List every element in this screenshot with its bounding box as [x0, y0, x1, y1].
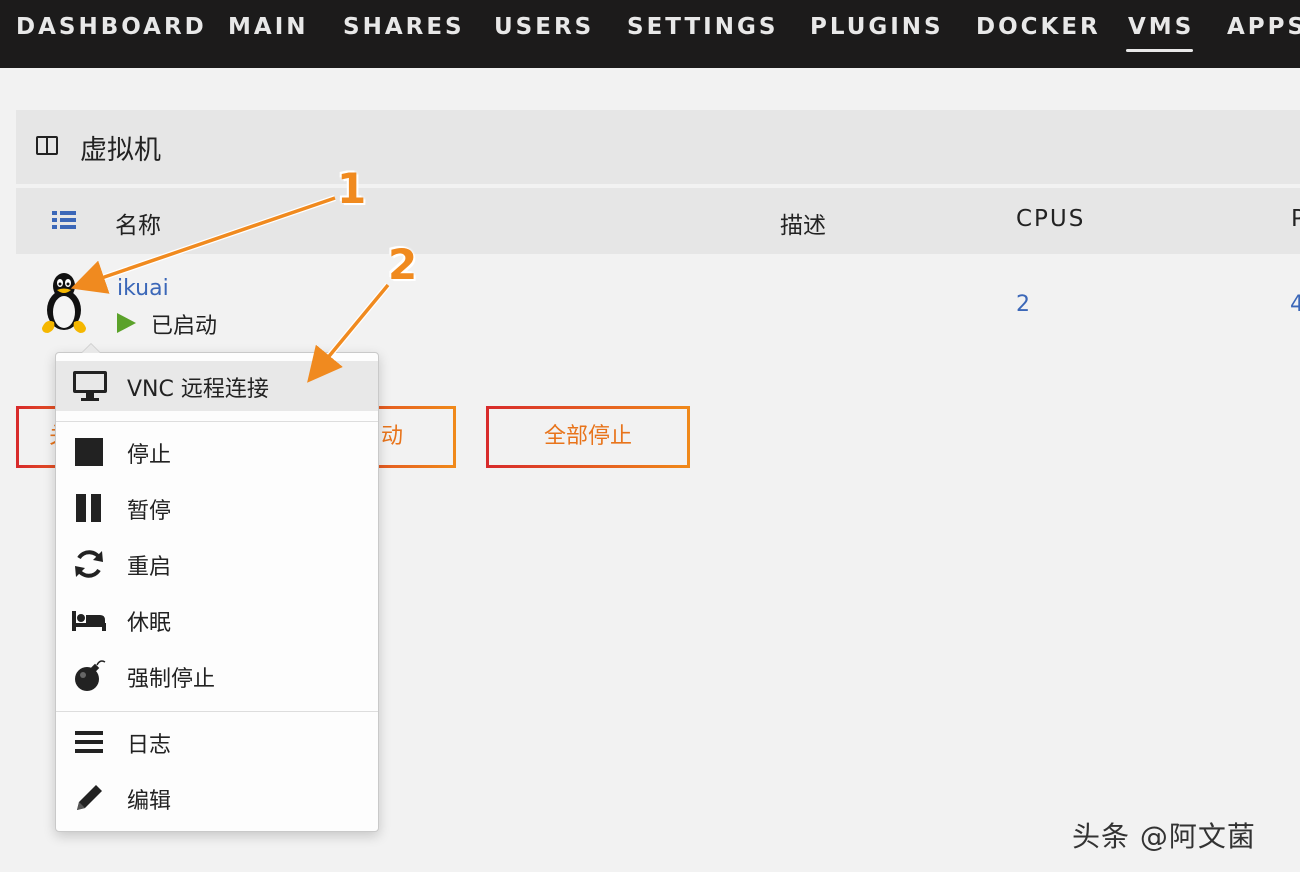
annotation-arrows [70, 195, 391, 383]
watermark: 头条 @阿文菌 [1072, 820, 1256, 853]
annotation-2: 2 [388, 240, 418, 289]
annotation-1: 1 [337, 164, 367, 213]
